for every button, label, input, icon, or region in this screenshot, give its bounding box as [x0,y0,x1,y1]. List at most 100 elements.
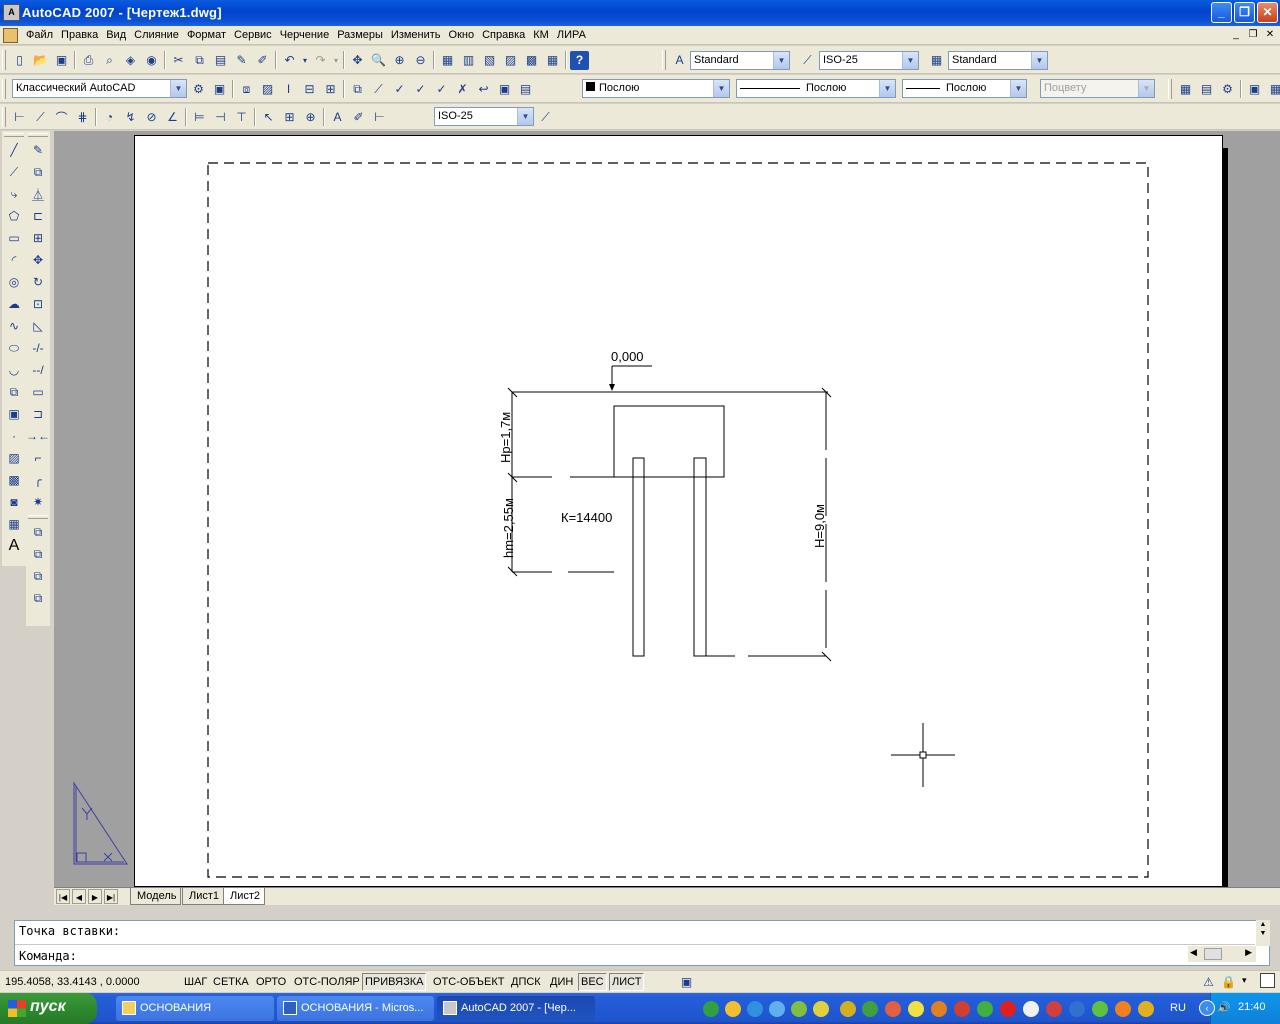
block-editor-icon[interactable]: ✐ [253,51,272,70]
menu-lira[interactable]: ЛИРА [557,28,592,41]
menu-format[interactable]: Формат [187,28,232,41]
mirror-icon[interactable]: ⏅ [28,184,48,204]
dyn-toggle[interactable]: ДИН [547,973,576,991]
doc-close-button[interactable]: ✕ [1262,28,1278,42]
pan-icon[interactable]: ✥ [348,51,367,70]
new-icon[interactable]: ▯ [10,51,29,70]
menu-km[interactable]: КМ [533,28,555,41]
offset-icon[interactable]: ⊏ [28,206,48,226]
chrome-icon[interactable] [977,1001,993,1017]
draworder-above-icon[interactable]: ⧉ [28,566,48,586]
open-icon[interactable]: 📂 [31,51,50,70]
tab-model[interactable]: Модель [130,888,182,905]
markup-icon[interactable]: ▩ [522,51,541,70]
layer-walk-icon[interactable]: ⊟ [300,80,319,99]
text-style-select[interactable]: Standard ▼ [690,51,790,70]
toolbar-grip[interactable] [28,515,48,519]
utorrent-icon[interactable] [862,1001,878,1017]
polar-toggle[interactable]: ОТС-ПОЛЯР [291,973,363,991]
layer-merge-icon[interactable]: ⊞ [321,80,340,99]
tolerance-icon[interactable]: ⊞ [280,108,299,127]
paper-sheet[interactable] [134,135,1223,887]
rectangle-icon[interactable]: ▭ [4,228,24,248]
center-mark-icon[interactable]: ⊕ [301,108,320,127]
table-icon[interactable]: ▦ [4,514,24,534]
menu-draw[interactable]: Черчение [280,28,336,41]
toolbar-grip[interactable] [662,50,666,70]
ducs-toggle[interactable]: ДПСК [508,973,544,991]
minimize-button[interactable]: _ [1211,2,1232,23]
page-setup-icon[interactable]: ⚙ [1218,80,1237,99]
fillet-icon[interactable]: ╭ [28,470,48,490]
clock[interactable]: 21:40 [1238,1001,1266,1013]
menu-merge[interactable]: Слияние [134,28,185,41]
multiline-text-icon[interactable]: A [4,536,24,556]
osnap-toggle[interactable]: ПРИВЯЗКА [362,973,427,991]
menu-modify[interactable]: Изменить [391,28,447,41]
insert-block-icon[interactable]: ⧉ [4,382,24,402]
firefox-icon[interactable] [931,1001,947,1017]
express-layer-icon[interactable]: ✗ [453,80,472,99]
command-hscrollbar[interactable]: ◀ ▶ [1188,946,1256,962]
communication-center-icon[interactable]: ⚠ [1199,972,1218,991]
quicklaunch-icon[interactable] [1069,1001,1085,1017]
coordinates-readout[interactable]: 195.4058, 33.4143 , 0.0000 [5,974,175,991]
layout-template-icon[interactable]: ▤ [1197,80,1216,99]
maximize-button[interactable]: ❐ [1234,2,1255,23]
paste-icon[interactable]: ▤ [211,51,230,70]
text-style-icon[interactable]: A [670,51,689,70]
command-prompt[interactable]: Команда: [19,949,77,963]
dim-style-select-2[interactable]: ISO-25 ▼ [434,107,534,126]
tool-palettes-icon[interactable]: ▧ [480,51,499,70]
layer-isolate-icon[interactable]: I [279,80,298,99]
undo-dropdown-icon[interactable]: ▾ [301,51,309,70]
layer-color-select[interactable]: Послою ▼ [582,79,730,98]
express-text-icon[interactable]: ⟋ [369,80,388,99]
viewport-clip-icon[interactable]: ▦ [1266,80,1280,99]
redo-icon[interactable]: ↷ [311,51,330,70]
make-block-icon[interactable]: ▣ [4,404,24,424]
menu-edit[interactable]: Правка [61,28,104,41]
calculator-icon[interactable]: ▦ [543,51,562,70]
quicklaunch-icon[interactable] [1023,1001,1039,1017]
next-tab-button[interactable]: ▶ [88,889,102,904]
express-select-icon[interactable]: ✓ [432,80,451,99]
quicklaunch-icon[interactable] [1138,1001,1154,1017]
line-icon[interactable]: ╱ [4,140,24,160]
status-menu-icon[interactable]: ▾ [1242,975,1247,986]
document-icon[interactable] [3,28,18,43]
revision-cloud-icon[interactable]: ☁ [4,294,24,314]
quicklaunch-icon[interactable] [954,1001,970,1017]
toolbar-grip[interactable] [2,107,6,127]
start-button[interactable]: пуск [0,993,97,1024]
table-style-select[interactable]: Standard ▼ [948,51,1048,70]
toolbar-lock-icon[interactable]: 🔒 [1219,972,1238,991]
move-icon[interactable]: ✥ [28,250,48,270]
hatch-icon[interactable]: ▨ [4,448,24,468]
chamfer-icon[interactable]: ⌐ [28,448,48,468]
rotate-icon[interactable]: ↻ [28,272,48,292]
task-word-osnovaniya[interactable]: ОСНОВАНИЯ - Micros... [277,996,434,1021]
dim-ordinate-icon[interactable]: ⋕ [73,108,92,127]
menu-view[interactable]: Вид [106,28,132,41]
snap-toggle[interactable]: ШАГ [181,973,210,991]
stretch-icon[interactable]: ◺ [28,316,48,336]
redo-dropdown-icon[interactable]: ▾ [332,51,340,70]
properties-icon[interactable]: ▦ [438,51,457,70]
dim-radius-icon[interactable]: ◔ [100,108,119,127]
table-style-icon[interactable]: ▦ [927,51,946,70]
express-check-icon[interactable]: ✓ [390,80,409,99]
scale-icon[interactable]: ⊡ [28,294,48,314]
join-icon[interactable]: →← [26,426,50,446]
dim-jogged-icon[interactable]: ↯ [121,108,140,127]
odnoklassniki-icon[interactable] [1115,1001,1131,1017]
otrack-toggle[interactable]: ОТС-ОБЪЕКТ [430,973,507,991]
menu-dimension[interactable]: Размеры [337,28,389,41]
cut-icon[interactable]: ✂ [169,51,188,70]
array-icon[interactable]: ⊞ [28,228,48,248]
zoom-previous-icon[interactable]: ⊖ [411,51,430,70]
grid-toggle[interactable]: СЕТКА [210,973,252,991]
ellipse-icon[interactable]: ⬭ [4,338,24,358]
express-block-icon[interactable]: ⧉ [348,80,367,99]
mail-icon[interactable] [885,1001,901,1017]
